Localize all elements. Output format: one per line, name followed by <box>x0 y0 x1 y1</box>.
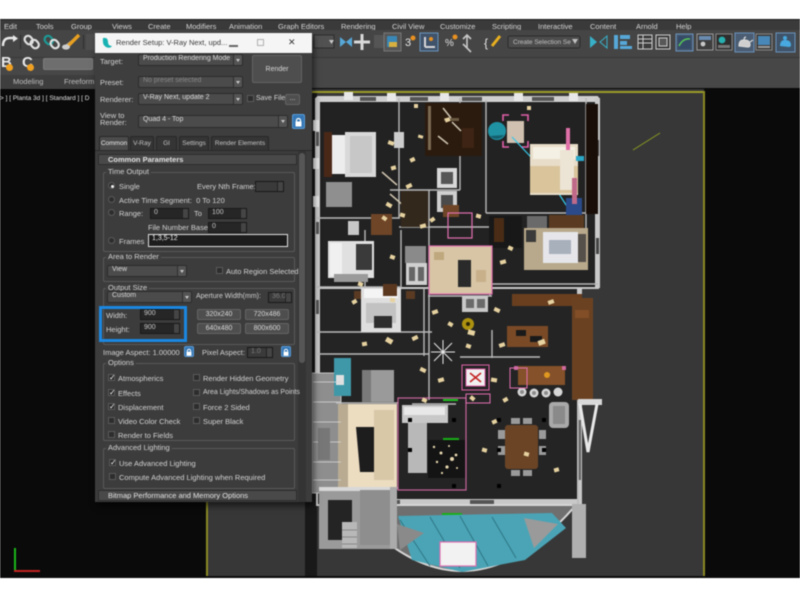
svg-text:Create Selection Se: Create Selection Se <box>513 39 571 46</box>
svg-text:%: % <box>445 38 454 49</box>
svg-text:{: { <box>484 36 488 50</box>
svg-text:3: 3 <box>405 37 411 49</box>
